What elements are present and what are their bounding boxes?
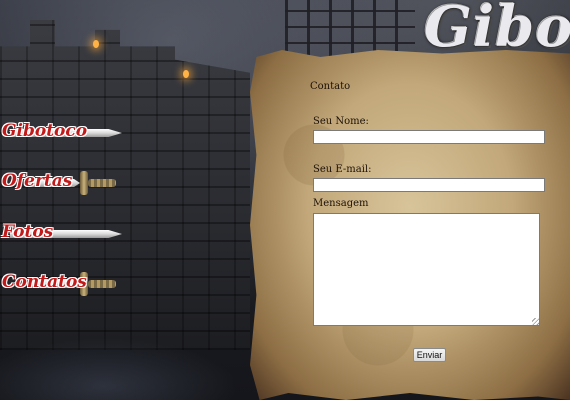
nav-label: Gibotoco: [2, 121, 88, 141]
torch-icon: [93, 40, 99, 48]
nav-item-contatos[interactable]: Contatos: [0, 268, 125, 298]
nav-label: Ofertas: [2, 171, 73, 191]
sword-grip-icon: [88, 280, 116, 288]
name-label: Seu Nome:: [313, 116, 369, 127]
sword-grip-icon: [88, 179, 116, 187]
form-title: Contato: [310, 81, 351, 92]
nav-item-fotos[interactable]: Fotos: [0, 218, 125, 248]
email-label: Seu E-mail:: [313, 164, 372, 175]
submit-button[interactable]: Enviar: [413, 348, 446, 362]
email-field[interactable]: [313, 178, 545, 192]
name-field[interactable]: [313, 130, 545, 144]
sword-guard-icon: [80, 171, 88, 195]
floor-shadow: [0, 330, 260, 400]
nav-label: Fotos: [2, 222, 54, 242]
nav-label: Contatos: [2, 272, 87, 292]
message-field[interactable]: [313, 213, 540, 326]
message-label: Mensagem: [313, 198, 369, 209]
resize-handle-icon[interactable]: [532, 318, 539, 325]
sword-navigation: Gibotoco Ofertas Fotos Contatos: [0, 115, 130, 305]
nav-item-gibotoco[interactable]: Gibotoco: [0, 117, 125, 147]
torch-icon: [183, 70, 189, 78]
nav-item-ofertas[interactable]: Ofertas: [0, 167, 125, 197]
